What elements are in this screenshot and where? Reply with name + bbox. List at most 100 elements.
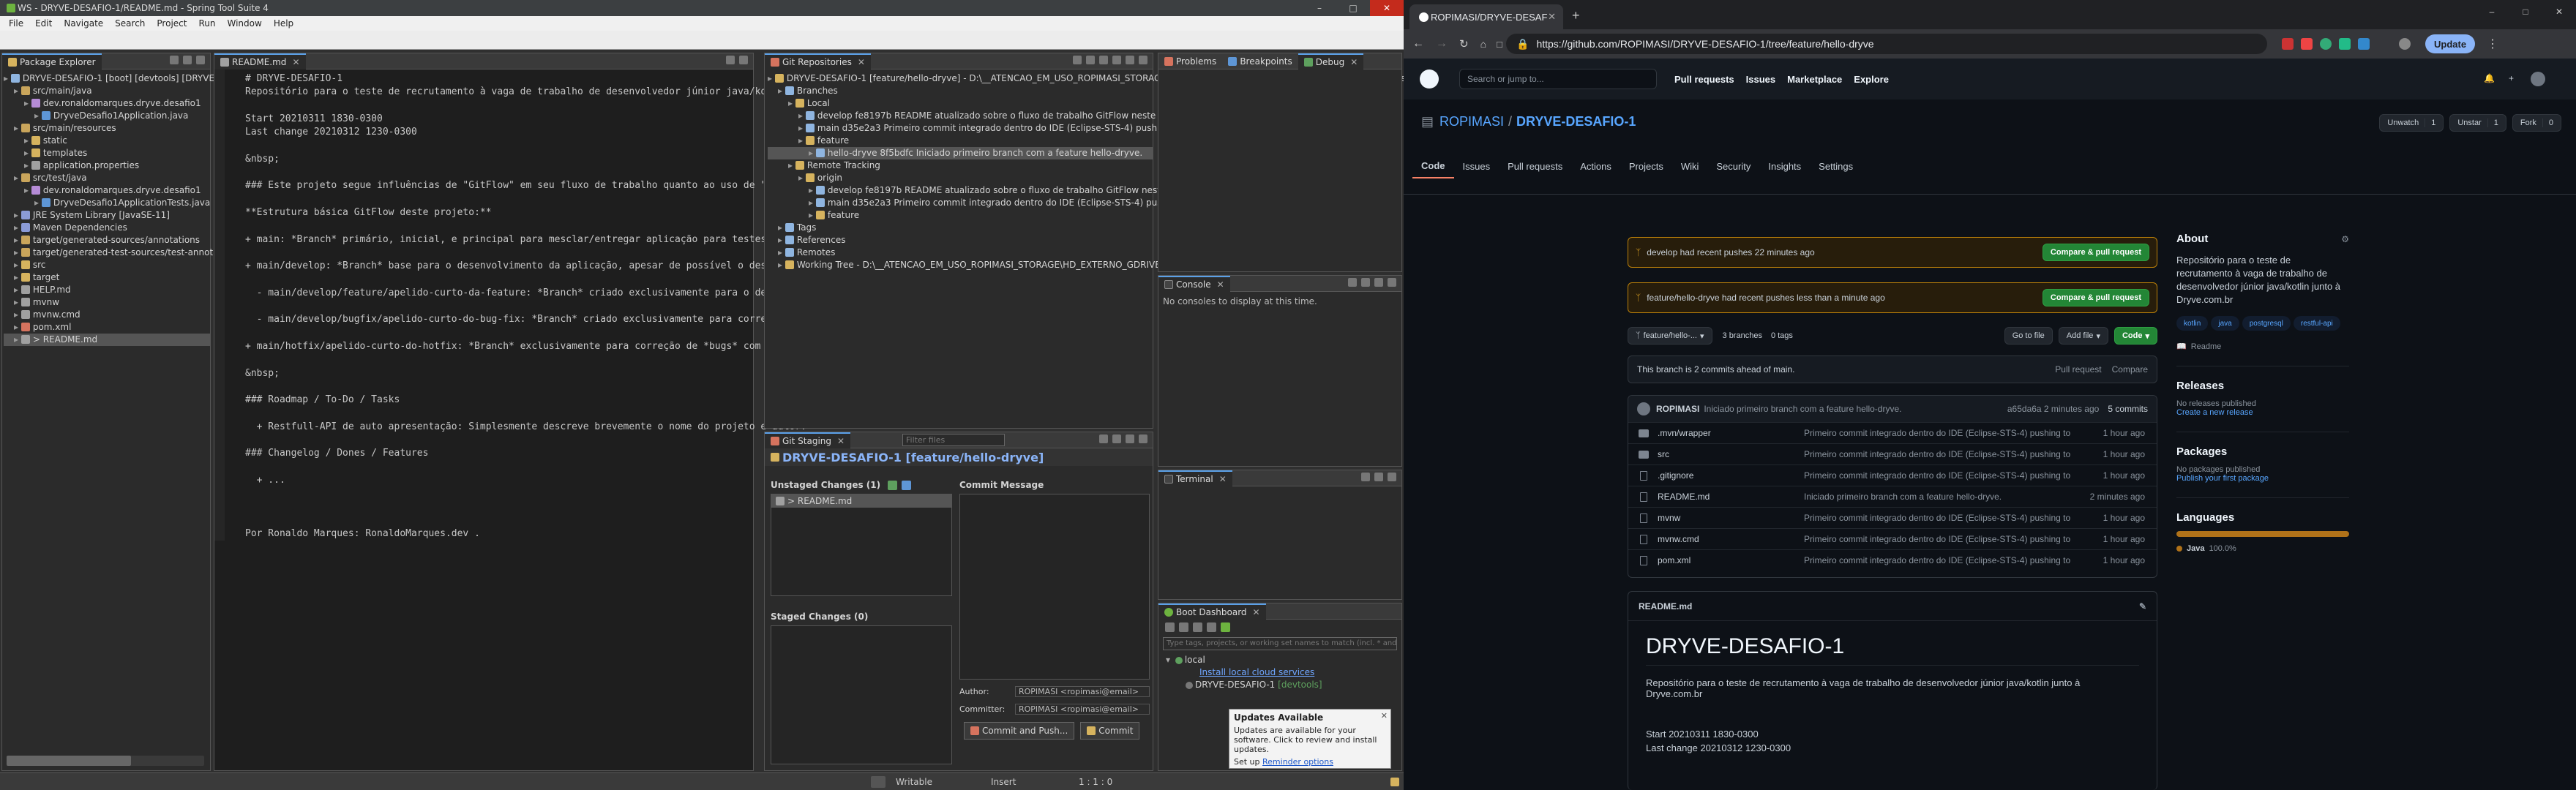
terminate-icon[interactable] (1348, 278, 1357, 287)
pull-request-link[interactable]: Pull request (2055, 364, 2101, 375)
maximize-button[interactable]: □ (1336, 0, 1370, 16)
expand-arrow-icon[interactable]: ▸ (809, 210, 816, 220)
link-editor-icon[interactable] (183, 56, 192, 64)
file-name-link[interactable]: mvnw.cmd (1658, 534, 1699, 544)
forward-button[interactable]: → (1436, 37, 1448, 50)
pe-tree-item[interactable]: ▸ templates (4, 147, 210, 159)
browser-menu-icon[interactable]: ⋮ (2487, 37, 2498, 51)
stage-selected-icon[interactable] (902, 480, 912, 490)
maximize-view-icon[interactable] (739, 56, 748, 64)
git-tree-item[interactable]: ▸ Working Tree - D:\__ATENCAO_EM_USO_ROP… (768, 259, 1208, 271)
extension-icon[interactable] (2282, 38, 2294, 50)
collapse-icon[interactable] (1126, 56, 1134, 64)
pin-console-icon[interactable] (1374, 278, 1383, 287)
git-tree-item[interactable]: ▸ DRYVE-DESAFIO-1 [feature/hello-dryve] … (768, 72, 1404, 85)
git-tree-item[interactable]: ▸ origin (768, 172, 1153, 184)
expand-arrow-icon[interactable]: ▸ (788, 160, 795, 170)
pe-tree-item[interactable]: ▸ mvnw (4, 296, 210, 309)
file-row[interactable]: .gitignore Primeiro commit integrado dent… (1628, 464, 2157, 486)
pe-tree-item[interactable]: ▸ pom.xml (4, 321, 210, 334)
pe-tree-item[interactable]: ▸ application.properties (4, 159, 210, 172)
menu-search[interactable]: Search (109, 18, 151, 29)
file-row[interactable]: .mvn/wrapper Primeiro commit integrado de… (1628, 422, 2157, 443)
file-commit-message[interactable]: Primeiro commit integrado dentro do IDE … (1804, 555, 2070, 565)
language-name[interactable]: Java (2187, 544, 2204, 553)
expand-arrow-icon[interactable]: ▸ (24, 98, 31, 108)
edit-readme-icon[interactable]: ✎ (2139, 601, 2146, 612)
releases-title[interactable]: Releases (2176, 380, 2349, 392)
expand-arrow-icon[interactable]: ▸ (14, 297, 21, 307)
close-tab-icon[interactable]: ✕ (1253, 607, 1260, 617)
unstaged-file-item[interactable]: > README.md (771, 494, 951, 508)
expand-arrow-icon[interactable]: ▸ (14, 123, 21, 133)
git-tree-item[interactable]: ▸ Local (768, 97, 1153, 110)
boot-filter-input[interactable]: Type tags, projects, or working set name… (1163, 637, 1397, 650)
commit-and-push-button[interactable]: Commit and Push... (964, 722, 1075, 740)
file-commit-message[interactable]: Primeiro commit integrado dentro do IDE … (1804, 470, 2070, 481)
clone-repo-icon[interactable] (1086, 56, 1095, 64)
boot-project-node[interactable]: DRYVE-DESAFIO-1 [devtools] (1166, 680, 1394, 692)
expand-arrow-icon[interactable]: ▸ (14, 210, 21, 220)
minimize-button[interactable]: – (1303, 0, 1336, 16)
compare-pull-request-button[interactable]: Compare & pull request (2042, 289, 2149, 306)
packages-title[interactable]: Packages (2176, 445, 2349, 458)
expand-arrow-icon[interactable]: ▸ (798, 173, 806, 183)
unwatch-button[interactable]: Unwatch 1 (2379, 114, 2444, 132)
tab-problems[interactable]: Problems (1158, 53, 1222, 69)
new-tab-button[interactable]: + (1572, 8, 1580, 23)
open-terminal-icon[interactable] (1361, 473, 1370, 481)
updates-popup[interactable]: Updates Available Updates are available … (1229, 709, 1391, 769)
expand-arrow-icon[interactable]: ▸ (4, 73, 11, 83)
pe-tree-item[interactable]: ▸ > README.md (4, 334, 210, 346)
nav-pull-requests[interactable]: Pull requests (1674, 74, 1734, 85)
publish-package-link[interactable]: Publish your first package (2176, 474, 2349, 483)
file-row[interactable]: README.md Iniciado primeiro branch com a … (1628, 486, 2157, 507)
reload-button[interactable]: ↻ (1459, 37, 1469, 50)
menu-run[interactable]: Run (192, 18, 221, 29)
tab-actions[interactable]: Actions (1571, 154, 1620, 178)
git-tree-item[interactable]: ▸ Branches (768, 85, 1153, 97)
add-target-icon[interactable] (1221, 622, 1230, 632)
tab-debug[interactable]: Debug ✕ (1298, 53, 1364, 69)
close-tab-icon[interactable]: ✕ (1219, 474, 1227, 484)
commit-message[interactable]: Iniciado primeiro branch com a feature h… (1704, 404, 1901, 414)
extension-icon[interactable] (2358, 38, 2370, 50)
commits-link[interactable]: 5 commits (2108, 404, 2148, 414)
view-menu-icon[interactable] (1388, 473, 1396, 481)
tab-package-explorer[interactable]: Package Explorer (2, 53, 102, 69)
minimize-button[interactable]: – (2475, 0, 2509, 23)
tab-issues[interactable]: Issues (1454, 154, 1499, 178)
git-tree-item[interactable]: ▸ feature (768, 135, 1153, 147)
topic-tag[interactable]: kotlin (2176, 316, 2209, 331)
minimize-view-icon[interactable] (726, 56, 735, 64)
file-name-link[interactable]: README.md (1658, 492, 1710, 502)
expand-arrow-icon[interactable]: ▸ (14, 285, 21, 295)
author-input[interactable]: ROPIMASI <ropimasi@email> (1015, 685, 1150, 697)
notifications-icon[interactable]: 🔔 (2484, 73, 2495, 83)
file-commit-message[interactable]: Primeiro commit integrado dentro do IDE … (1804, 534, 2070, 544)
go-to-file-button[interactable]: Go to file (2004, 327, 2053, 345)
create-repo-icon[interactable] (1099, 56, 1108, 64)
tab-security[interactable]: Security (1707, 154, 1759, 178)
debug-start-icon[interactable] (1179, 622, 1188, 632)
compare-link[interactable]: Compare (2112, 364, 2148, 375)
file-row[interactable]: mvnw.cmd Primeiro commit integrado dentro… (1628, 528, 2157, 549)
start-icon[interactable] (1165, 622, 1175, 632)
expand-arrow-icon[interactable]: ▸ (14, 173, 21, 183)
close-tab-icon[interactable]: ✕ (292, 57, 299, 67)
tab-boot-dashboard[interactable]: Boot Dashboard ✕ (1158, 603, 1266, 620)
pe-tree-item[interactable]: ▸ src (4, 259, 210, 271)
expand-arrow-icon[interactable]: ▸ (34, 198, 42, 208)
nav-issues[interactable]: Issues (1746, 74, 1775, 85)
nav-explore[interactable]: Explore (1854, 74, 1889, 85)
branch-select-button[interactable]: ᛉ feature/hello-... ▾ (1628, 327, 1712, 345)
topic-tag[interactable]: restful-api (2293, 316, 2340, 331)
file-name-link[interactable]: mvnw (1658, 513, 1680, 523)
close-tab-icon[interactable]: ✕ (1548, 11, 1556, 23)
view-menu-icon[interactable] (1139, 56, 1147, 64)
extension-icon[interactable] (2320, 38, 2332, 50)
repo-owner-link[interactable]: ROPIMASI (1439, 114, 1504, 129)
file-commit-message[interactable]: Iniciado primeiro branch com a feature h… (1804, 492, 2002, 502)
maximize-button[interactable]: □ (2509, 0, 2542, 23)
updates-bulb-icon[interactable] (1390, 777, 1399, 786)
